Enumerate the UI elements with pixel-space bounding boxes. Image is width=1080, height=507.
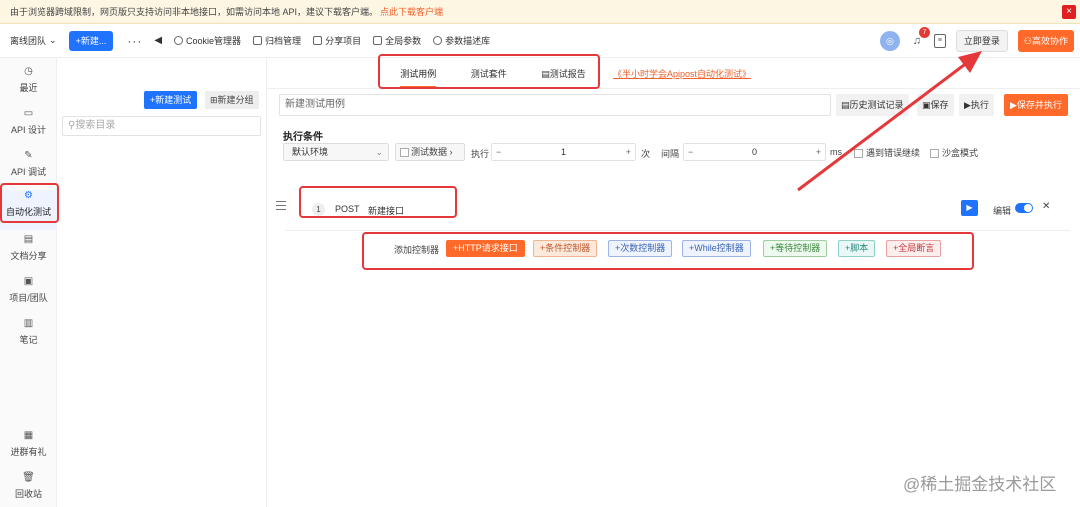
nav-project-team[interactable]: ▣ 项目/团队	[0, 276, 57, 316]
new-test-label: 新建测试	[155, 95, 192, 105]
nav-trash-label: 回收站	[14, 489, 42, 499]
edit-label: 编辑	[993, 206, 1012, 216]
close-icon[interactable]: ✕	[1042, 201, 1050, 212]
times-unit: 次	[641, 149, 651, 159]
step-divider	[285, 230, 1070, 231]
nav-notes-label: 笔记	[19, 335, 38, 345]
edit-toggle[interactable]	[1015, 203, 1033, 213]
nav-join-group[interactable]: ▦ 进群有礼	[0, 430, 57, 470]
global-params-button[interactable]: 全局参数	[373, 34, 421, 47]
global-params-label: 全局参数	[385, 36, 422, 46]
left-nav: ◷ 最近 ▭ API 设计 ✎ API 调试 ⚙ 自动化测试 ▤ 文档分享 ▣ …	[0, 58, 57, 507]
exec-count-stepper[interactable]: − 1 +	[491, 143, 636, 161]
nav-recent[interactable]: ◷ 最近	[0, 66, 57, 106]
save-execute-label: 保存并执行	[1016, 100, 1062, 110]
nav-trash[interactable]: 🗑 回收站	[0, 472, 57, 507]
globe-params-icon	[373, 36, 383, 45]
nav-join-label: 进群有礼	[10, 447, 47, 457]
annotation-box-controllers	[362, 232, 974, 270]
cookie-manager-button[interactable]: Cookie管理器	[174, 34, 241, 47]
api-debug-icon: ✎	[24, 150, 33, 161]
notification-badge: 7	[918, 27, 930, 38]
param-lib-icon	[433, 36, 443, 45]
collab-label: 高效协作	[1031, 36, 1068, 46]
interval-label: 间隔	[661, 149, 680, 159]
play-icon: ▶	[1010, 100, 1017, 110]
annotation-box-nav	[0, 183, 59, 223]
more-icon[interactable]: ···	[127, 34, 142, 48]
nav-doc-share-label: 文档分享	[10, 251, 47, 261]
search-placeholder: 搜索目录	[75, 120, 116, 131]
archive-manager-label: 归档管理	[265, 36, 302, 46]
team-selector[interactable]: 离线团队 ⌄	[10, 34, 57, 47]
tutorial-link[interactable]: 《半小时学会Apipost自动化测试》	[613, 67, 751, 80]
nav-api-debug-label: API 调试	[10, 167, 46, 177]
nav-doc-share[interactable]: ▤ 文档分享	[0, 234, 57, 274]
plus-icon[interactable]: +	[626, 144, 631, 160]
cors-warning-banner: 由于浏览器跨域限制，网页版只支持访问非本地接口，如需访问本地 API，建议下载客…	[0, 0, 1080, 24]
collab-button[interactable]: ⚇高效协作	[1017, 30, 1074, 52]
watermark: @稀土掘金技术社区	[903, 475, 1057, 494]
share-project-label: 分享项目	[325, 36, 362, 46]
collapse-arrow-icon[interactable]: ◀	[154, 35, 162, 46]
nav-notes[interactable]: ▥ 笔记	[0, 318, 57, 358]
param-lib-label: 参数描述库	[445, 36, 491, 46]
gift-icon: ▦	[23, 430, 34, 441]
save-execute-button[interactable]: ▶保存并执行	[1004, 94, 1068, 116]
nav-api-design-label: API 设计	[10, 125, 46, 135]
run-step-icon[interactable]: ▶	[961, 200, 978, 216]
nav-api-design[interactable]: ▭ API 设计	[0, 108, 57, 148]
banner-close-icon[interactable]: ×	[1062, 5, 1076, 19]
new-group-button[interactable]: ⊞新建分组	[205, 91, 259, 109]
new-group-label: 新建分组	[217, 95, 254, 105]
test-data-checkbox[interactable]	[400, 148, 409, 158]
share-project-button[interactable]: 分享项目	[313, 34, 361, 47]
cookie-manager-label: Cookie管理器	[186, 36, 242, 46]
team-name: 离线团队	[10, 36, 47, 46]
folder-plus-icon: ⊞	[210, 95, 218, 105]
nav-project-label: 项目/团队	[9, 293, 48, 303]
archive-icon	[253, 36, 263, 45]
note-icon: ▥	[23, 318, 34, 329]
user-icon: ⚇	[1023, 36, 1032, 46]
archive-manager-button[interactable]: 归档管理	[253, 34, 301, 47]
exec-count-value: 1	[560, 147, 566, 157]
chevron-down-icon: ⌄	[375, 147, 383, 157]
new-button[interactable]: +新建...	[68, 30, 114, 51]
chevron-down-icon: ⌄	[49, 35, 57, 45]
case-name-input[interactable]: 新建测试用例	[279, 94, 831, 116]
test-data-button[interactable]: 测试数据 ›	[395, 143, 465, 161]
exec-conditions-title: 执行条件	[283, 132, 323, 143]
annotation-arrow	[797, 51, 982, 192]
param-lib-button[interactable]: 参数描述库	[433, 34, 490, 47]
exec-label: 执行	[471, 149, 490, 159]
trash-icon: 🗑	[22, 472, 35, 483]
share-icon	[313, 36, 323, 45]
env-value: 默认环境	[292, 147, 329, 157]
drag-handle-icon[interactable]	[276, 201, 286, 213]
project-icon: ▣	[23, 276, 34, 287]
new-test-button[interactable]: +新建测试	[144, 91, 198, 109]
nav-recent-label: 最近	[19, 83, 38, 93]
directory-search-input[interactable]: ⚲搜索目录	[62, 116, 261, 136]
directory-panel: +新建测试 ⊞新建分组 ⚲搜索目录	[57, 58, 267, 507]
api-design-icon: ▭	[23, 108, 34, 119]
annotation-box-step	[299, 186, 457, 218]
download-client-link[interactable]: 点此下载客户端	[380, 5, 443, 18]
doc-share-icon: ▤	[23, 234, 34, 245]
test-data-label: 测试数据	[411, 147, 448, 157]
cookie-icon	[174, 36, 184, 45]
clock-icon: ◷	[24, 66, 33, 77]
banner-message: 由于浏览器跨域限制，网页版只支持访问非本地接口，如需访问本地 API，建议下载客…	[10, 7, 379, 17]
annotation-box-tabs	[378, 54, 600, 89]
env-select[interactable]: 默认环境 ⌄	[283, 143, 389, 161]
